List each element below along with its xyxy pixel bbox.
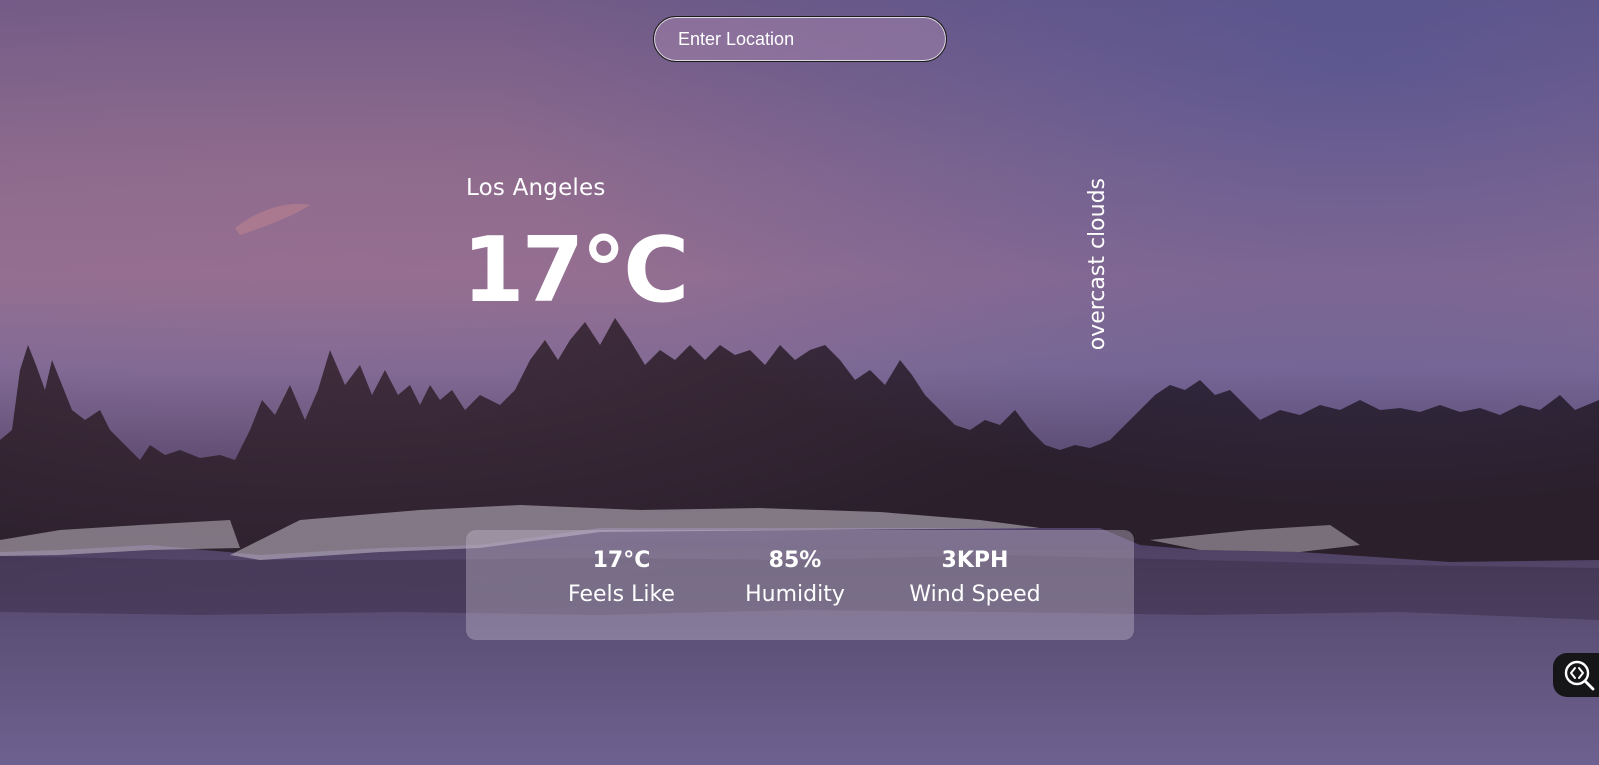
city-name: Los Angeles xyxy=(466,175,606,201)
humidity-label: Humidity xyxy=(745,582,845,608)
code-search-widget-button[interactable] xyxy=(1553,653,1599,697)
search-container xyxy=(653,16,947,62)
code-search-icon xyxy=(1564,660,1595,691)
lake-forest-background xyxy=(0,203,1599,765)
feels-like-value: 17°C xyxy=(592,548,651,573)
wind-speed-value: 3KPH xyxy=(941,548,1009,573)
feels-like-stat: 17°C Feels Like xyxy=(554,548,689,611)
weather-app-page: Los Angeles 17°C overcast clouds 17°C Fe… xyxy=(0,0,1599,765)
wind-speed-stat: 3KPH Wind Speed xyxy=(900,548,1050,611)
weather-stats-panel: 17°C Feels Like 85% Humidity 3KPH Wind S… xyxy=(466,530,1134,640)
humidity-value: 85% xyxy=(768,548,822,573)
feels-like-label: Feels Like xyxy=(568,582,675,608)
wind-speed-label: Wind Speed xyxy=(909,582,1041,608)
current-temperature: 17°C xyxy=(462,218,689,323)
location-search-input[interactable] xyxy=(653,16,947,62)
humidity-stat: 85% Humidity xyxy=(730,548,860,611)
weather-description: overcast clouds xyxy=(1085,178,1110,351)
